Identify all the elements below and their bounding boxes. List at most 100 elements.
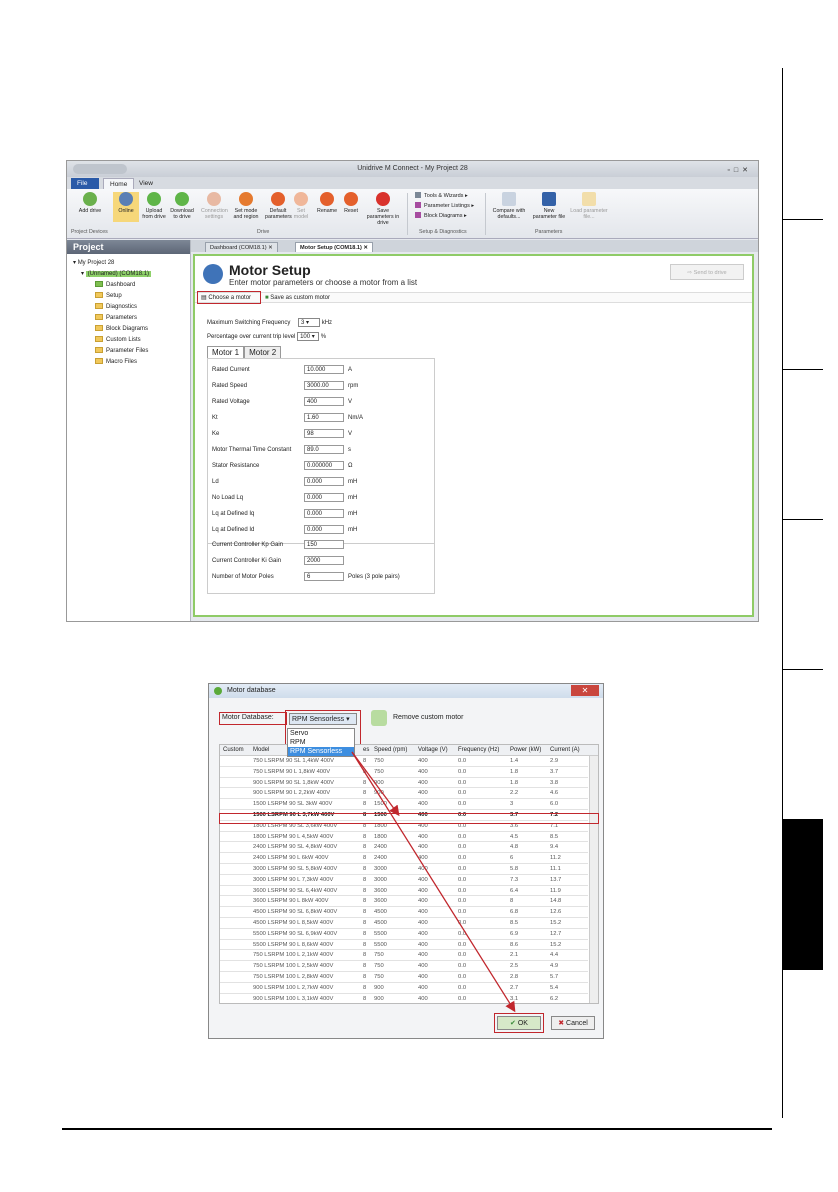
connection-settings-button[interactable]: Connection settings bbox=[201, 192, 228, 220]
tree-item-macro-files[interactable]: Macro Files bbox=[73, 357, 190, 368]
table-row[interactable]: 750 LSRPM 100 L 2,5kW 400V 8 750 400 0.0 2.5 4… bbox=[220, 961, 588, 972]
new-parameter-file-button[interactable]: New parameter file bbox=[531, 192, 567, 220]
table-row[interactable]: 750 LSRPM 90 L 1,8kW 400V 8 750 400 0.0 1.8 3.… bbox=[220, 767, 588, 778]
menu-file[interactable]: File bbox=[71, 178, 99, 189]
tree-item-parameters[interactable]: Parameters bbox=[73, 313, 190, 324]
table-cell: 750 bbox=[374, 963, 384, 970]
table-cell: 4.8 bbox=[510, 844, 519, 851]
block-diagrams-item[interactable]: Block Diagrams ▸ bbox=[415, 211, 474, 221]
table-cell: 750 LSRPM 100 L 2,5kW 400V bbox=[253, 963, 334, 970]
param-input[interactable]: 89.0 bbox=[304, 445, 344, 454]
table-row[interactable]: 4500 LSRPM 90 L 8,5kW 400V 8 4500 400 0.0 8.5… bbox=[220, 918, 588, 929]
param-input[interactable]: 98 bbox=[304, 429, 344, 438]
param-input[interactable]: 0.000000 bbox=[304, 461, 344, 470]
tab-motor-setup[interactable]: Motor Setup (COM18.1) ✕ bbox=[295, 242, 374, 252]
table-cell: 0.0 bbox=[458, 779, 467, 786]
table-cell: 1800 LSRPM 90 L 4,5kW 400V bbox=[253, 833, 334, 840]
table-cell: 15.2 bbox=[550, 920, 562, 926]
tab-motor-2[interactable]: Motor 2 bbox=[244, 346, 282, 358]
add-drive-icon bbox=[83, 192, 97, 206]
table-row[interactable]: 3000 LSRPM 90 SL 5,8kW 400V 8 3000 400 0.0 5.… bbox=[220, 864, 588, 875]
pct-select[interactable]: 100 ▾ bbox=[297, 332, 320, 341]
option-item[interactable]: RPM bbox=[288, 738, 354, 747]
set-mode-button[interactable]: Set mode and region bbox=[233, 192, 259, 220]
tree-item-diagnostics[interactable]: Diagnostics bbox=[73, 302, 190, 313]
param-input[interactable]: 3000.00 bbox=[304, 381, 344, 390]
table-row[interactable]: 750 LSRPM 100 L 2,8kW 400V 8 750 400 0.0 2.8 5… bbox=[220, 972, 588, 983]
table-row[interactable]: 3600 LSRPM 90 L 8kW 400V 8 3600 400 0.0 8 14.8 bbox=[220, 896, 588, 908]
table-row[interactable]: 5500 LSRPM 90 L 8,6kW 400V 8 5500 400 0.0 8.6… bbox=[220, 940, 588, 951]
default-parameters-button[interactable]: Default parameters bbox=[265, 192, 292, 220]
table-cell: 400 bbox=[418, 941, 428, 948]
param-input[interactable]: 150 bbox=[304, 540, 344, 549]
table-row[interactable]: 900 LSRPM 100 L 2,7kW 400V 8 900 400 0.0 2.7 5… bbox=[220, 983, 588, 994]
option-item[interactable]: RPM Sensorless bbox=[288, 747, 354, 756]
online-button[interactable]: Online bbox=[113, 192, 139, 222]
tree-item-parameter-files[interactable]: Parameter Files bbox=[73, 346, 190, 357]
table-cell: 2.5 bbox=[510, 963, 519, 970]
parameter-listings-item[interactable]: Parameter Listings ▸ bbox=[415, 201, 474, 211]
table-row[interactable]: 2400 LSRPM 90 L 6kW 400V 8 2400 400 0.0 6 11.2 bbox=[220, 853, 588, 864]
param-input[interactable]: 0.000 bbox=[304, 493, 344, 502]
upload-button[interactable]: Upload from drive bbox=[141, 192, 167, 220]
load-parameter-file-button[interactable]: Load parameter file... bbox=[569, 192, 609, 220]
reset-button[interactable]: Reset bbox=[341, 192, 361, 214]
rename-button[interactable]: Rename bbox=[317, 192, 337, 214]
tools-wizards-item[interactable]: Tools & Wizards ▸ bbox=[415, 191, 474, 201]
param-input[interactable]: 0.000 bbox=[304, 509, 344, 518]
page-title: Motor Setup bbox=[229, 262, 311, 278]
param-input[interactable]: 0.000 bbox=[304, 477, 344, 486]
table-cell: 900 LSRPM 90 SL 1,8kW 400V bbox=[253, 779, 334, 786]
compare-defaults-button[interactable]: Compare with defaults... bbox=[491, 192, 527, 220]
quick-access-toolbar[interactable] bbox=[73, 164, 127, 174]
table-row[interactable]: 750 LSRPM 90 SL 1,4kW 400V 8 750 400 0.0 1.4 2… bbox=[220, 756, 588, 767]
tree-item-dashboard[interactable]: Dashboard bbox=[73, 280, 190, 291]
choose-motor-button[interactable]: ▤ Choose a motor bbox=[201, 293, 251, 303]
scrollbar[interactable] bbox=[589, 756, 598, 1003]
table-cell: 400 bbox=[418, 758, 428, 764]
send-to-drive-button[interactable]: ⇨ Send to drive bbox=[670, 264, 744, 280]
close-button[interactable]: ✕ bbox=[571, 685, 599, 696]
menu-home[interactable]: Home bbox=[103, 178, 135, 189]
online-icon bbox=[119, 192, 133, 206]
table-cell: 8 bbox=[363, 898, 367, 905]
table-row[interactable]: 750 LSRPM 100 L 2,1kW 400V 8 750 400 0.0 2.1 4… bbox=[220, 950, 588, 962]
table-row[interactable]: 900 LSRPM 100 L 3,1kW 400V 8 900 400 0.0 3.1 6… bbox=[220, 994, 588, 1003]
table-row[interactable]: 1800 LSRPM 90 L 4,5kW 400V 8 1800 400 0.0 4.5… bbox=[220, 832, 588, 843]
set-model-button[interactable]: Set model bbox=[291, 192, 311, 220]
table-row[interactable]: 2400 LSRPM 90 SL 4,8kW 400V 8 2400 400 0.0 4.… bbox=[220, 842, 588, 854]
table-row[interactable]: 5500 LSRPM 90 SL 6,9kW 400V 8 5500 400 0.0 6.… bbox=[220, 929, 588, 940]
add-drive-button[interactable]: Add drive bbox=[77, 192, 103, 214]
save-custom-motor-button[interactable]: ■ Save as custom motor bbox=[265, 293, 330, 303]
table-row[interactable]: 1500 LSRPM 90 SL 3kW 400V 8 1500 400 0.0 3 6.0 bbox=[220, 799, 588, 810]
param-input[interactable]: 1.60 bbox=[304, 413, 344, 422]
remove-custom-motor-button[interactable]: Remove custom motor bbox=[393, 714, 463, 721]
tree-root[interactable]: ▾ My Project 28 bbox=[73, 258, 190, 269]
download-button[interactable]: Download to drive bbox=[169, 192, 195, 220]
table-cell: 11.1 bbox=[550, 866, 561, 872]
param-input[interactable]: 2000 bbox=[304, 556, 344, 565]
tab-motor-1[interactable]: Motor 1 bbox=[207, 346, 245, 358]
tab-dashboard[interactable]: Dashboard (COM18.1) ✕ bbox=[205, 242, 278, 252]
save-parameters-button[interactable]: Save parameters in drive bbox=[365, 192, 401, 226]
motor-database-select[interactable]: RPM Sensorless ▾ bbox=[289, 713, 357, 725]
param-input[interactable]: 400 bbox=[304, 397, 344, 406]
table-cell: 0.0 bbox=[458, 941, 467, 948]
table-row[interactable]: 3600 LSRPM 90 SL 6,4kW 400V 8 3600 400 0.0 6.… bbox=[220, 886, 588, 897]
max-switching-select[interactable]: 3 ▾ bbox=[298, 318, 321, 327]
tree-item-block-diagrams[interactable]: Block Diagrams bbox=[73, 324, 190, 335]
table-row[interactable]: 4500 LSRPM 90 SL 6,8kW 400V 8 4500 400 0.0 6.… bbox=[220, 907, 588, 918]
table-row[interactable]: 900 LSRPM 90 L 2,2kW 400V 8 900 400 0.0 2.2 4.… bbox=[220, 788, 588, 800]
table-cell: 3600 bbox=[374, 887, 387, 894]
param-input[interactable]: 10.000 bbox=[304, 365, 344, 374]
table-row[interactable]: 900 LSRPM 90 SL 1,8kW 400V 8 900 400 0.0 1.8 3… bbox=[220, 778, 588, 789]
option-item[interactable]: Servo bbox=[288, 729, 354, 738]
tree-item-custom-lists[interactable]: Custom Lists bbox=[73, 335, 190, 346]
tree-drive[interactable]: ▾ (Unnamed) (COM18.1) bbox=[73, 269, 190, 280]
table-row[interactable]: 3000 LSRPM 90 L 7,3kW 400V 8 3000 400 0.0 7.3… bbox=[220, 875, 588, 886]
tree-item-setup[interactable]: Setup bbox=[73, 291, 190, 302]
cancel-button[interactable]: ✖ Cancel bbox=[551, 1016, 595, 1030]
motor-poles-select[interactable]: 6 bbox=[304, 572, 344, 581]
menu-view[interactable]: View bbox=[133, 178, 159, 189]
param-input[interactable]: 0.000 bbox=[304, 525, 344, 534]
